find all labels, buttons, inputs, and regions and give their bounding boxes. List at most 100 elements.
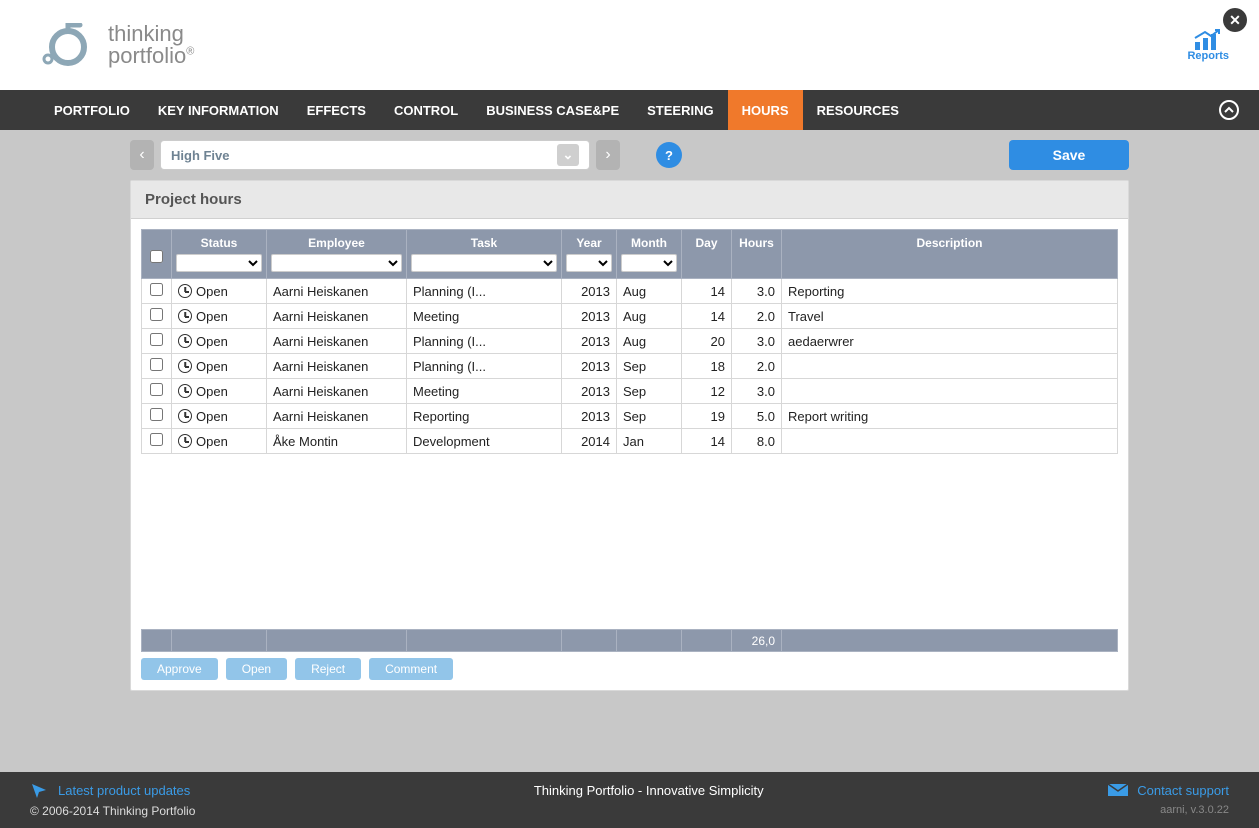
year-cell: 2013 — [562, 329, 617, 354]
close-button[interactable]: ✕ — [1223, 8, 1247, 32]
table-row[interactable]: OpenAarni HeiskanenPlanning (I...2013Aug… — [142, 329, 1118, 354]
logo: thinking portfolio® — [40, 23, 194, 67]
clock-icon — [178, 334, 192, 348]
project-name: High Five — [171, 148, 230, 163]
clock-icon — [178, 384, 192, 398]
employee-cell: Aarni Heiskanen — [267, 304, 407, 329]
next-project-button[interactable]: › — [596, 140, 620, 170]
hours-cell: 3.0 — [732, 329, 782, 354]
approve-button[interactable]: Approve — [141, 658, 218, 680]
project-hours-panel: Project hours Status Employee Task Year … — [130, 180, 1129, 691]
cursor-icon — [30, 782, 50, 798]
nav-item-resources[interactable]: RESOURCES — [803, 90, 913, 130]
logo-text: thinking portfolio® — [108, 23, 194, 67]
month-cell: Aug — [617, 329, 682, 354]
panel-title: Project hours — [131, 181, 1128, 219]
updates-link[interactable]: Latest product updates — [30, 782, 190, 798]
col-hours[interactable]: Hours — [732, 230, 782, 279]
day-cell: 20 — [682, 329, 732, 354]
clock-icon — [178, 359, 192, 373]
close-icon: ✕ — [1229, 12, 1241, 29]
chevron-left-icon: ‹ — [139, 146, 144, 164]
col-task[interactable]: Task — [407, 230, 562, 279]
nav-item-business-case-pe[interactable]: BUSINESS CASE&PE — [472, 90, 633, 130]
row-checkbox[interactable] — [150, 383, 163, 396]
status-cell: Open — [178, 284, 260, 299]
row-checkbox[interactable] — [150, 358, 163, 371]
filter-month[interactable] — [621, 254, 677, 272]
description-cell: Report writing — [782, 404, 1118, 429]
clock-icon — [178, 284, 192, 298]
nav-item-steering[interactable]: STEERING — [633, 90, 727, 130]
year-cell: 2013 — [562, 279, 617, 304]
reports-icon — [1193, 28, 1223, 50]
brand-line1: thinking — [108, 23, 194, 45]
header: thinking portfolio® Reports ✕ — [0, 0, 1259, 90]
reject-button[interactable]: Reject — [295, 658, 361, 680]
nav-item-portfolio[interactable]: PORTFOLIO — [40, 90, 144, 130]
collapse-button[interactable] — [1219, 100, 1239, 120]
col-year[interactable]: Year — [562, 230, 617, 279]
row-checkbox[interactable] — [150, 308, 163, 321]
hours-table: Status Employee Task Year Month Day Hour… — [141, 229, 1118, 454]
mail-icon — [1107, 783, 1129, 797]
help-icon: ? — [665, 148, 673, 163]
filter-year[interactable] — [566, 254, 612, 272]
hours-cell: 2.0 — [732, 304, 782, 329]
table-row[interactable]: OpenAarni HeiskanenPlanning (I...2013Sep… — [142, 354, 1118, 379]
nav-item-control[interactable]: CONTROL — [380, 90, 472, 130]
prev-project-button[interactable]: ‹ — [130, 140, 154, 170]
row-checkbox[interactable] — [150, 283, 163, 296]
save-button[interactable]: Save — [1009, 140, 1129, 170]
table-header-row: Status Employee Task Year Month Day Hour… — [142, 230, 1118, 279]
clock-icon — [178, 434, 192, 448]
table-empty-space — [141, 454, 1118, 629]
filter-employee[interactable] — [271, 254, 402, 272]
day-cell: 19 — [682, 404, 732, 429]
col-status[interactable]: Status — [172, 230, 267, 279]
status-cell: Open — [178, 434, 260, 449]
row-checkbox[interactable] — [150, 408, 163, 421]
help-button[interactable]: ? — [656, 142, 682, 168]
col-description[interactable]: Description — [782, 230, 1118, 279]
day-cell: 14 — [682, 304, 732, 329]
logo-icon — [40, 23, 100, 67]
task-cell: Planning (I... — [407, 329, 562, 354]
nav-item-effects[interactable]: EFFECTS — [293, 90, 380, 130]
status-cell: Open — [178, 334, 260, 349]
col-month[interactable]: Month — [617, 230, 682, 279]
description-cell: Travel — [782, 304, 1118, 329]
chevron-right-icon: › — [605, 146, 610, 164]
select-all-header — [142, 230, 172, 279]
day-cell: 12 — [682, 379, 732, 404]
reports-link[interactable]: Reports — [1187, 28, 1229, 62]
col-employee[interactable]: Employee — [267, 230, 407, 279]
contact-link[interactable]: Contact support — [1107, 783, 1229, 798]
table-row[interactable]: OpenAarni HeiskanenMeeting2013Aug142.0Tr… — [142, 304, 1118, 329]
description-cell: Reporting — [782, 279, 1118, 304]
year-cell: 2013 — [562, 404, 617, 429]
nav-item-hours[interactable]: HOURS — [728, 90, 803, 130]
task-cell: Development — [407, 429, 562, 454]
nav-item-key-information[interactable]: KEY INFORMATION — [144, 90, 293, 130]
filter-status[interactable] — [176, 254, 262, 272]
month-cell: Sep — [617, 354, 682, 379]
comment-button[interactable]: Comment — [369, 658, 453, 680]
row-checkbox[interactable] — [150, 333, 163, 346]
month-cell: Aug — [617, 304, 682, 329]
table-row[interactable]: OpenAarni HeiskanenReporting2013Sep195.0… — [142, 404, 1118, 429]
col-day[interactable]: Day — [682, 230, 732, 279]
select-all-checkbox[interactable] — [150, 250, 163, 263]
table-row[interactable]: OpenAarni HeiskanenMeeting2013Sep123.0 — [142, 379, 1118, 404]
year-cell: 2013 — [562, 379, 617, 404]
table-row[interactable]: OpenAarni HeiskanenPlanning (I...2013Aug… — [142, 279, 1118, 304]
brand-line2: portfolio® — [108, 45, 194, 67]
employee-cell: Aarni Heiskanen — [267, 404, 407, 429]
employee-cell: Aarni Heiskanen — [267, 279, 407, 304]
table-row[interactable]: OpenÅke MontinDevelopment2014Jan148.0 — [142, 429, 1118, 454]
row-checkbox[interactable] — [150, 433, 163, 446]
footer-tagline: Thinking Portfolio - Innovative Simplici… — [190, 783, 1107, 798]
filter-task[interactable] — [411, 254, 557, 272]
project-select[interactable]: High Five ⌄ — [160, 140, 590, 170]
open-button[interactable]: Open — [226, 658, 287, 680]
